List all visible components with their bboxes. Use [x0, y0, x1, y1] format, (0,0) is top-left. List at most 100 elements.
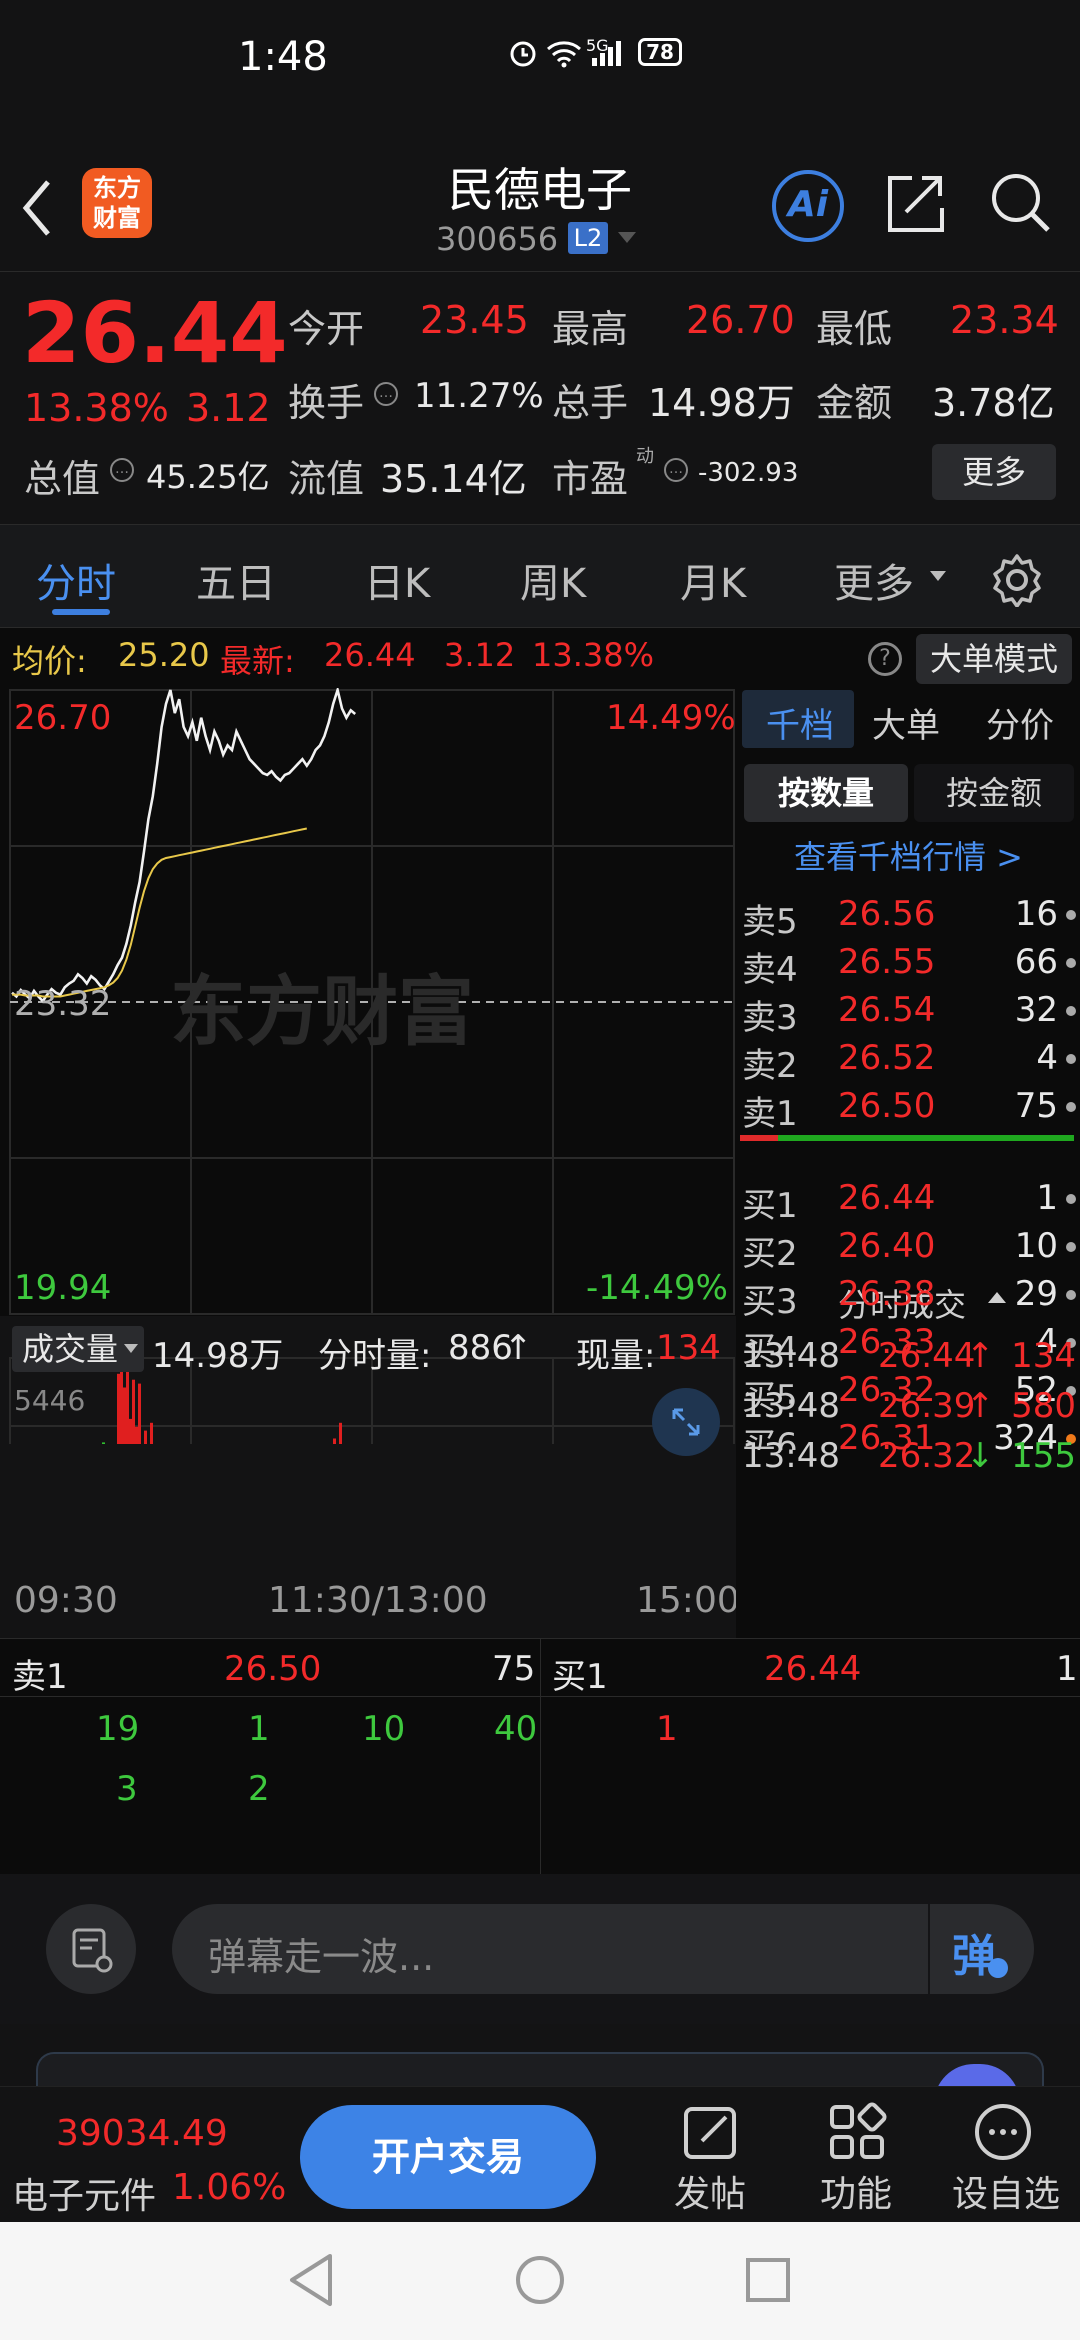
tick-trade-row: 13:48 26.39 ↑ 580 — [742, 1386, 1076, 1434]
ask-level-1[interactable]: 卖5 26.56 16 — [742, 894, 1076, 942]
ai-assistant-button[interactable]: Ai — [772, 170, 844, 242]
view-thousand-levels-link[interactable]: 查看千档行情 > — [794, 832, 1023, 878]
bid-level-1[interactable]: 买1 26.44 1 — [742, 1178, 1076, 1226]
ask-level-dot — [1066, 1054, 1076, 1064]
high-value: 26.70 — [686, 298, 795, 342]
tick-price: 26.32 — [878, 1436, 976, 1476]
ask-level-4[interactable]: 卖2 26.52 4 — [742, 1038, 1076, 1086]
function-label[interactable]: 功能 — [820, 2165, 892, 2217]
total-volume: 14.98万 — [152, 1336, 284, 1376]
tab-more-dropdown-icon[interactable] — [930, 571, 946, 581]
wifi-icon — [547, 41, 581, 68]
big-order-mode-button[interactable]: 大单模式 — [916, 634, 1072, 684]
minute-volume-up-icon: ↑ — [504, 1328, 533, 1368]
volume-bar — [117, 1373, 120, 1444]
ask-level-dot — [1066, 910, 1076, 920]
ask-level-3[interactable]: 卖3 26.54 32 — [742, 990, 1076, 1038]
x-tick-midday: 11:30/13:00 — [268, 1580, 488, 1621]
by-amount-button[interactable]: 按金额 — [914, 764, 1074, 822]
function-grid-icon[interactable] — [826, 2101, 888, 2163]
y-max-label: 26.70 — [14, 698, 112, 738]
danmaku-check-icon — [988, 1958, 1008, 1978]
expand-chart-button[interactable] — [652, 1388, 720, 1456]
bid-level-volume: 29 — [1014, 1274, 1058, 1314]
add-watchlist-icon[interactable] — [972, 2101, 1034, 2163]
nav-recents-icon[interactable] — [744, 2256, 792, 2304]
bid-level-3[interactable]: 买3 26.38 29 — [742, 1274, 1076, 1322]
mktcap-info-icon[interactable]: … — [110, 458, 134, 482]
add-watchlist-label[interactable]: 设自选 — [952, 2165, 1060, 2217]
bottom-tab-bar: 39034.49 电子元件 1.06% 开户交易 发帖 功能 设自选 — [0, 2086, 1080, 2222]
pe-info-icon[interactable]: … — [664, 458, 688, 482]
help-icon[interactable]: ? — [868, 642, 902, 676]
tab-thousand-levels[interactable]: 千档 — [766, 698, 834, 747]
settings-gear-icon[interactable] — [990, 553, 1044, 607]
y-max-pct-label: 14.49% — [606, 698, 736, 738]
sell-order-2: 1 — [248, 1709, 270, 1749]
y-min-pct-label: -14.49% — [586, 1268, 728, 1308]
more-button[interactable]: 更多 — [932, 444, 1056, 500]
ask-level-5[interactable]: 卖1 26.50 75 — [742, 1086, 1076, 1134]
volume-bar — [120, 1364, 123, 1444]
by-quantity-button[interactable]: 按数量 — [744, 764, 908, 822]
ask-level-price: 26.52 — [838, 1038, 936, 1078]
queue-sell-label: 卖1 — [12, 1657, 68, 1697]
ask-level-dot — [1066, 1006, 1076, 1016]
turnover-info-icon[interactable]: … — [374, 382, 398, 406]
danmaku-settings-button[interactable] — [46, 1904, 136, 1994]
tab-intraday[interactable]: 分时 — [36, 551, 116, 609]
volume-bar — [138, 1383, 141, 1444]
tick-volume: 155 — [1011, 1436, 1076, 1476]
open-account-trade-button[interactable]: 开户交易 — [300, 2105, 596, 2209]
float-label: 流值 — [288, 457, 365, 501]
ask-level-dot — [1066, 1102, 1076, 1112]
volume-bar — [333, 1438, 336, 1444]
search-icon[interactable] — [988, 170, 1054, 236]
tick-time: 13:48 — [742, 1386, 840, 1426]
index-value[interactable]: 39034.49 — [56, 2113, 228, 2154]
index-percent[interactable]: 1.06% — [172, 2167, 286, 2208]
level2-badge: L2 — [568, 222, 608, 254]
order-book-panel: 千档 大单 分价 按数量 按金额 查看千档行情 > 分时成交 卖5 26.56 16… — [736, 688, 1080, 1638]
system-nav-bar — [0, 2222, 1080, 2340]
code-dropdown-icon[interactable] — [618, 232, 636, 243]
share-icon[interactable] — [884, 170, 948, 236]
bid-level-price: 26.44 — [838, 1178, 936, 1218]
nav-back-icon[interactable] — [286, 2252, 336, 2308]
volume-bar — [144, 1430, 147, 1444]
tab-big-orders[interactable]: 大单 — [872, 698, 940, 747]
tab-daily-k[interactable]: 日K — [364, 551, 430, 609]
volume-dropdown-icon — [124, 1344, 138, 1353]
x-tick-open: 09:30 — [14, 1580, 118, 1621]
post-label[interactable]: 发帖 — [674, 2165, 746, 2217]
nav-home-icon[interactable] — [514, 2254, 566, 2306]
mktcap-value: 45.25亿 — [146, 458, 270, 496]
ask-level-2[interactable]: 卖4 26.55 66 — [742, 942, 1076, 990]
ask-level-label: 卖4 — [742, 950, 798, 990]
open-value: 23.45 — [420, 298, 529, 342]
index-name[interactable]: 电子元件 — [12, 2167, 156, 2219]
post-edit-icon[interactable] — [680, 2101, 742, 2163]
tab-more[interactable]: 更多 — [834, 551, 914, 609]
danmaku-settings-icon — [72, 1928, 113, 1973]
tab-five-day[interactable]: 五日 — [196, 551, 276, 609]
bid-level-label: 买2 — [742, 1234, 798, 1274]
tick-up-arrow-icon: ↑ — [966, 1386, 995, 1426]
tab-price-distribution[interactable]: 分价 — [986, 698, 1054, 747]
ask-level-price: 26.50 — [838, 1086, 936, 1126]
x-tick-close: 15:00 — [636, 1580, 740, 1621]
bid-level-price: 26.38 — [838, 1274, 936, 1314]
expand-icon — [672, 1408, 700, 1436]
ask-bid-ratio-red — [740, 1135, 778, 1141]
tick-price: 26.44 — [878, 1336, 976, 1376]
volume-bar — [123, 1387, 126, 1444]
ask-level-label: 卖2 — [742, 1046, 798, 1086]
open-label: 今开 — [288, 307, 365, 351]
ask-level-label: 卖3 — [742, 998, 798, 1038]
ask-level-label: 卖1 — [742, 1094, 798, 1134]
amount-label: 金额 — [816, 381, 893, 425]
tab-monthly-k[interactable]: 月K — [680, 551, 746, 609]
low-value: 23.34 — [950, 298, 1059, 342]
tab-weekly-k[interactable]: 周K — [520, 551, 586, 609]
bid-level-2[interactable]: 买2 26.40 10 — [742, 1226, 1076, 1274]
